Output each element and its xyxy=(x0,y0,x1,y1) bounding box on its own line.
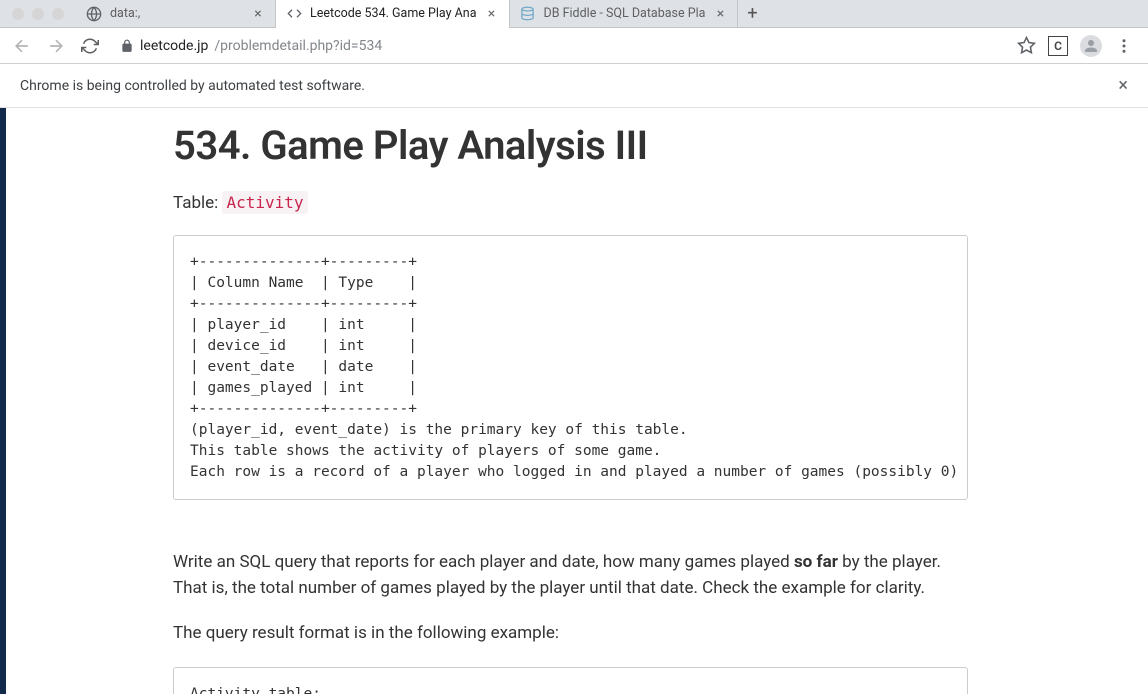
table-line: Table: Activity xyxy=(173,193,968,213)
info-bar-text: Chrome is being controlled by automated … xyxy=(20,78,365,94)
browser-tab-1[interactable]: Leetcode 534. Game Play Ana × xyxy=(276,0,510,28)
close-icon[interactable]: × xyxy=(485,7,499,21)
page-title: 534. Game Play Analysis III xyxy=(173,122,968,169)
url-input[interactable]: leetcode.jp/problemdetail.php?id=534 xyxy=(110,32,1010,60)
database-icon xyxy=(520,6,536,22)
lock-icon xyxy=(120,39,134,53)
globe-icon xyxy=(86,6,102,22)
table-name: Activity xyxy=(222,191,307,214)
window-minimize-icon[interactable] xyxy=(32,8,44,20)
close-icon[interactable]: × xyxy=(1118,75,1128,96)
tab-title: DB Fiddle - SQL Database Pla xyxy=(544,6,706,21)
reload-button[interactable] xyxy=(76,32,104,60)
page-content: 534. Game Play Analysis III Table: Activ… xyxy=(0,108,1148,694)
table-label: Table: xyxy=(173,193,222,213)
automation-info-bar: Chrome is being controlled by automated … xyxy=(0,64,1148,108)
schema-block[interactable]: +--------------+---------+ | Column Name… xyxy=(173,235,968,500)
window-controls xyxy=(0,8,76,20)
tab-title: Leetcode 534. Game Play Ana xyxy=(310,6,477,21)
browser-tab-2[interactable]: DB Fiddle - SQL Database Pla × xyxy=(510,0,739,28)
url-host: leetcode.jp xyxy=(140,38,208,54)
tab-title: data:, xyxy=(110,6,243,21)
star-icon[interactable] xyxy=(1016,36,1036,56)
browser-tab-0[interactable]: data:, × xyxy=(76,0,276,28)
close-icon[interactable]: × xyxy=(251,7,265,21)
window-close-icon[interactable] xyxy=(12,8,24,20)
window-maximize-icon[interactable] xyxy=(52,8,64,20)
tab-bar: data:, × Leetcode 534. Game Play Ana × D… xyxy=(0,0,1148,28)
paragraph-1: Write an SQL query that reports for each… xyxy=(173,550,968,601)
kebab-menu-icon[interactable] xyxy=(1114,36,1134,56)
code-icon xyxy=(286,6,302,22)
new-tab-button[interactable]: + xyxy=(738,0,766,28)
address-bar: leetcode.jp/problemdetail.php?id=534 C xyxy=(0,28,1148,64)
emphasis: so far xyxy=(794,552,838,572)
back-button[interactable] xyxy=(8,32,36,60)
paragraph-2: The query result format is in the follow… xyxy=(173,621,968,647)
profile-avatar[interactable] xyxy=(1080,35,1102,57)
toolbar-right: C xyxy=(1016,35,1140,57)
example-block[interactable]: Activity table: +-----------+-----------… xyxy=(173,667,968,694)
extension-c-icon[interactable]: C xyxy=(1048,36,1068,56)
url-path: /problemdetail.php?id=534 xyxy=(214,38,382,54)
close-icon[interactable]: × xyxy=(713,7,727,21)
forward-button[interactable] xyxy=(42,32,70,60)
scrollbar-strip xyxy=(0,108,6,694)
